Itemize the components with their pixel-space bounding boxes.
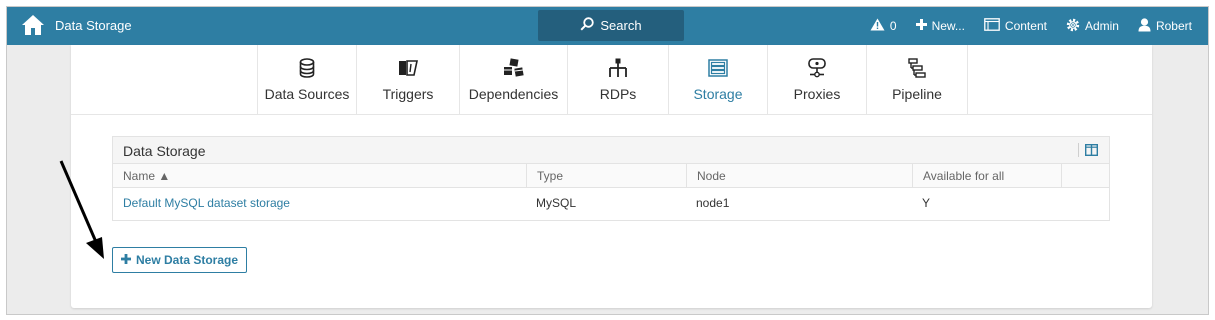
tab-label: RDPs	[599, 86, 637, 102]
panel-title: Data Storage	[123, 143, 206, 159]
warning-icon	[870, 18, 885, 34]
column-header-node[interactable]: Node	[686, 164, 912, 188]
sitemap-icon	[608, 57, 628, 79]
tab-rdps[interactable]: RDPs	[567, 45, 668, 115]
admin-button[interactable]: Admin	[1066, 18, 1119, 35]
content-label: Content	[1004, 19, 1047, 33]
app-title: Data Storage	[55, 18, 132, 33]
admin-tabs: Data Sources Triggers Dependencies RDPs …	[71, 45, 1152, 115]
columns-icon[interactable]	[1084, 143, 1099, 159]
column-header-name[interactable]: Name ▲	[113, 164, 526, 188]
tab-label: Dependencies	[468, 86, 559, 102]
database-icon	[299, 57, 315, 79]
plus-icon	[120, 253, 131, 267]
panel-header: Data Storage	[113, 137, 1109, 164]
storage-icon	[708, 57, 728, 79]
tab-triggers[interactable]: Triggers	[356, 45, 459, 115]
plus-icon	[915, 19, 927, 33]
alerts-count: 0	[889, 19, 897, 33]
tab-label: Data Sources	[264, 86, 350, 102]
search-button[interactable]: Search	[538, 10, 684, 41]
column-header-type[interactable]: Type	[526, 164, 686, 188]
storage-available: Y	[922, 196, 931, 210]
tab-label: Proxies	[793, 86, 841, 102]
tab-label: Triggers	[382, 86, 434, 102]
column-header-available[interactable]: Available for all	[912, 164, 1061, 188]
data-storage-panel: Data Storage Name ▲ Type Node Available …	[112, 136, 1110, 221]
tab-label: Pipeline	[892, 86, 942, 102]
home-icon[interactable]	[21, 14, 45, 36]
user-menu-button[interactable]: Robert	[1138, 17, 1192, 35]
divider	[1078, 143, 1079, 157]
user-icon	[1138, 17, 1151, 35]
column-header-actions	[1061, 164, 1109, 188]
storage-name-link[interactable]: Default MySQL dataset storage	[113, 188, 290, 218]
new-data-storage-button[interactable]: New Data Storage	[112, 247, 247, 273]
cubes-icon	[502, 57, 526, 79]
pipeline-icon	[908, 57, 926, 79]
search-icon	[580, 17, 595, 34]
content-button[interactable]: Content	[984, 18, 1047, 34]
main-card: Data Sources Triggers Dependencies RDPs …	[71, 45, 1152, 308]
folder-icon	[984, 18, 1000, 34]
table-header: Name ▲ Type Node Available for all	[113, 164, 1109, 188]
storage-node: node1	[696, 196, 730, 210]
tab-storage[interactable]: Storage	[668, 45, 767, 115]
triggers-icon	[397, 57, 419, 79]
app-window: Data Storage Search 0 New... Content Adm…	[6, 6, 1209, 315]
top-navbar: Data Storage Search 0 New... Content Adm…	[7, 7, 1208, 45]
tab-proxies[interactable]: Proxies	[767, 45, 866, 115]
storage-type: MySQL	[536, 196, 577, 210]
tab-label: Storage	[693, 86, 743, 102]
new-data-storage-label: New Data Storage	[135, 253, 239, 267]
table-row[interactable]: Default MySQL dataset storage MySQL node…	[113, 188, 1109, 218]
tab-dependencies[interactable]: Dependencies	[459, 45, 567, 115]
annotation-arrow	[59, 160, 104, 259]
new-menu-label: New...	[931, 19, 965, 33]
proxy-icon	[808, 57, 826, 79]
alerts-button[interactable]: 0	[870, 18, 897, 34]
search-label: Search	[600, 18, 642, 33]
gear-icon	[1066, 18, 1080, 35]
new-menu-button[interactable]: New...	[915, 19, 965, 33]
admin-label: Admin	[1084, 19, 1119, 33]
tab-data-sources[interactable]: Data Sources	[257, 45, 356, 115]
tab-pipeline[interactable]: Pipeline	[866, 45, 968, 115]
user-label: Robert	[1155, 19, 1192, 33]
